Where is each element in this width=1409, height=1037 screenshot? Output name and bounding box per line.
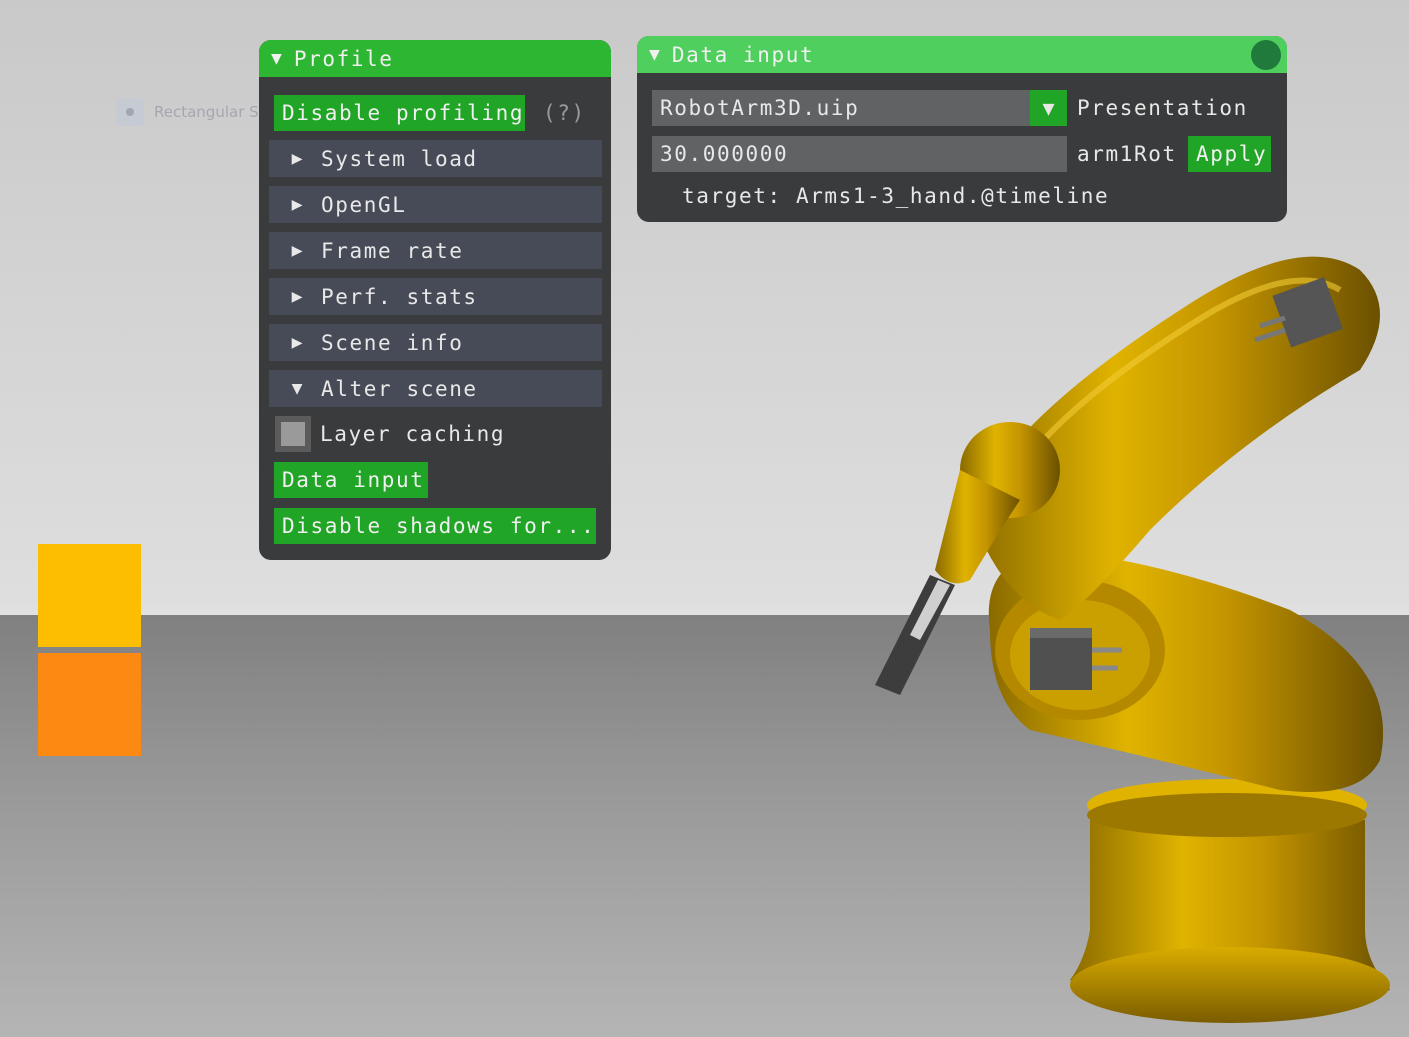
section-label: System load xyxy=(321,146,478,171)
close-icon[interactable] xyxy=(1251,40,1281,70)
layer-caching-checkbox[interactable] xyxy=(275,416,311,452)
profile-titlebar[interactable]: ▼ Profile xyxy=(259,40,611,77)
section-frame-rate[interactable]: ▶ Frame rate xyxy=(269,232,602,269)
target-text: target: Arms1-3_hand.@timeline xyxy=(682,184,1110,208)
data-input-button[interactable]: Data input xyxy=(274,462,428,498)
data-input-window: ▼ Data input RobotArm3D.uip ▼ Presentati… xyxy=(637,36,1287,222)
profile-window: ▼ Profile Disable profiling (?) ▶ System… xyxy=(259,40,611,560)
expand-arrow-icon: ▶ xyxy=(291,194,303,215)
collapse-arrow-icon: ▼ xyxy=(291,378,303,399)
section-label: Alter scene xyxy=(321,376,478,401)
disable-shadows-button[interactable]: Disable shadows for... xyxy=(274,508,596,544)
layer-caching-label: Layer caching xyxy=(320,422,506,446)
presentation-value: RobotArm3D.uip xyxy=(660,96,860,120)
profile-title: Profile xyxy=(293,46,394,71)
robot-arm-model xyxy=(875,256,1390,1023)
collapse-triangle-icon[interactable]: ▼ xyxy=(271,48,282,69)
orange-square xyxy=(38,653,141,756)
expand-arrow-icon: ▶ xyxy=(291,240,303,261)
section-label: OpenGL xyxy=(321,192,407,217)
help-marker[interactable]: (?) xyxy=(543,95,586,131)
presentation-label: Presentation xyxy=(1077,96,1248,120)
section-scene-info[interactable]: ▶ Scene info xyxy=(269,324,602,361)
record-icon xyxy=(116,98,144,126)
ghost-label: Rectangular Sn xyxy=(154,103,269,121)
presentation-select[interactable]: RobotArm3D.uip xyxy=(652,90,1030,126)
expand-arrow-icon: ▶ xyxy=(291,332,303,353)
expand-arrow-icon: ▶ xyxy=(291,148,303,169)
section-system-load[interactable]: ▶ System load xyxy=(269,140,602,177)
apply-button[interactable]: Apply xyxy=(1188,136,1271,172)
value-text: 30.000000 xyxy=(660,142,789,166)
disable-profiling-button[interactable]: Disable profiling xyxy=(274,95,525,131)
section-label: Frame rate xyxy=(321,238,464,263)
dropdown-arrow-icon[interactable]: ▼ xyxy=(1030,90,1067,126)
collapse-triangle-icon[interactable]: ▼ xyxy=(649,44,660,65)
expand-arrow-icon: ▶ xyxy=(291,286,303,307)
value-input[interactable]: 30.000000 xyxy=(652,136,1067,172)
3d-viewport: Rectangular Sn ▼ Profile Disable profili… xyxy=(0,0,1409,1037)
section-opengl[interactable]: ▶ OpenGL xyxy=(269,186,602,223)
yellow-square xyxy=(38,544,141,647)
section-alter-scene[interactable]: ▼ Alter scene xyxy=(269,370,602,407)
data-input-title: Data input xyxy=(671,42,815,67)
value-label: arm1Rot xyxy=(1077,142,1177,166)
data-input-titlebar[interactable]: ▼ Data input xyxy=(637,36,1287,73)
section-label: Perf. stats xyxy=(321,284,478,309)
section-label: Scene info xyxy=(321,330,464,355)
section-perf-stats[interactable]: ▶ Perf. stats xyxy=(269,278,602,315)
